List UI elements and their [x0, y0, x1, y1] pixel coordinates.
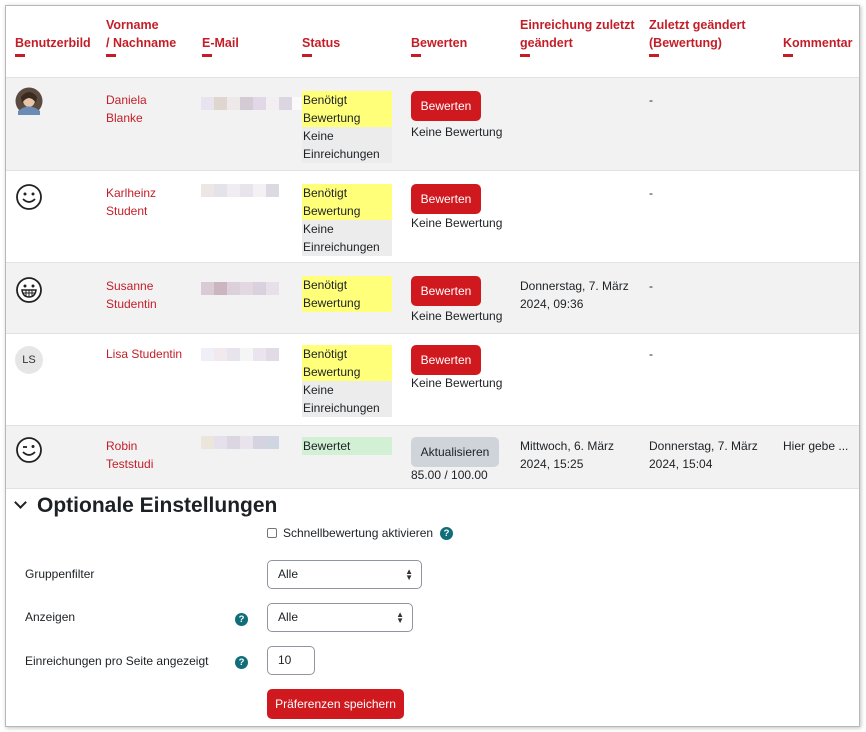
smiley-avatar-icon[interactable] — [15, 183, 43, 211]
collapse-icon[interactable] — [15, 54, 25, 57]
grade-modified: - — [649, 347, 653, 361]
header-lastname[interactable]: / Nachname — [106, 36, 176, 50]
collapse-icon[interactable] — [106, 54, 116, 57]
table-row: Susanne Studentin Benötigt Bewertung Bewer… — [6, 263, 859, 334]
status-cell: Benötigt Bewertung — [302, 276, 392, 312]
status-needs-grading: Benötigt Bewertung — [302, 184, 392, 220]
table-row: LS Lisa Studentin Benötigt Bewertung Kein… — [6, 334, 859, 426]
winking-avatar-icon[interactable] — [15, 436, 43, 464]
table-row: Karlheinz Student Benötigt Bewertung Keine… — [6, 171, 859, 263]
save-preferences-button[interactable]: Präferenzen speichern — [267, 689, 404, 719]
grade-value: Keine Bewertung — [411, 125, 503, 139]
feedback-comment[interactable]: Hier gebe ... — [783, 437, 848, 455]
status-cell: Benötigt Bewertung Keine Einreichungen — [302, 91, 392, 163]
student-name[interactable]: Karlheinz Student — [106, 184, 156, 220]
status-cell: Benötigt Bewertung Keine Einreichungen — [302, 345, 392, 417]
header-name[interactable]: Vorname / Nachname — [106, 16, 176, 57]
status-no-submission: Keine Einreichungen — [302, 127, 392, 163]
table-header: Benutzerbild Vorname / Nachname E-Mail S… — [6, 6, 859, 78]
collapse-icon[interactable] — [302, 54, 312, 57]
optional-settings-toggle[interactable]: Optionale Einstellungen — [14, 494, 277, 518]
update-grade-button[interactable]: Aktualisieren — [411, 437, 499, 467]
email-blurred — [201, 282, 279, 295]
collapse-icon[interactable] — [411, 54, 421, 57]
table-row: Robin Teststudi Bewertet Aktualisieren 85… — [6, 426, 859, 489]
table-row: Daniela Blanke Benötigt Bewertung Keine Ein… — [6, 78, 859, 171]
grade-value: 85.00 / 100.00 — [411, 468, 488, 482]
grade-value: Keine Bewertung — [411, 376, 503, 390]
header-submission-modified[interactable]: Einreichung zuletzt geändert — [520, 16, 635, 57]
help-icon[interactable]: ? — [235, 613, 248, 626]
status-cell: Benötigt Bewertung Keine Einreichungen — [302, 184, 392, 256]
student-name[interactable]: Susanne Studentin — [106, 277, 157, 313]
help-icon[interactable]: ? — [440, 527, 453, 540]
header-grade[interactable]: Bewerten — [411, 34, 467, 57]
grade-modified: - — [649, 186, 653, 200]
show-label: Anzeigen — [25, 610, 76, 624]
status-needs-grading: Benötigt Bewertung — [302, 345, 392, 381]
perpage-input[interactable]: 10 — [267, 646, 315, 675]
grading-page: Benutzerbild Vorname / Nachname E-Mail S… — [5, 5, 860, 727]
collapse-icon[interactable] — [520, 54, 530, 57]
avatar[interactable] — [15, 87, 43, 115]
collapse-icon[interactable] — [649, 54, 659, 57]
help-icon[interactable]: ? — [235, 656, 248, 669]
quickgrading-label[interactable]: Schnellbewertung aktivieren — [283, 524, 433, 542]
submission-modified: Mittwoch, 6. März 2024, 15:25 — [520, 439, 615, 471]
status-graded: Bewertet — [302, 437, 392, 455]
grade-button[interactable]: Bewerten — [411, 276, 481, 306]
groupfilter-label: Gruppenfilter — [25, 567, 95, 581]
sort-arrows-icon: ▲ ▼ — [405, 567, 413, 582]
status-needs-grading: Benötigt Bewertung — [302, 91, 392, 127]
grade-modified: Donnerstag, 7. März 2024, 15:04 — [649, 439, 758, 471]
grade-value: Keine Bewertung — [411, 309, 503, 323]
grade-modified: - — [649, 93, 653, 107]
header-email[interactable]: E-Mail — [202, 34, 239, 57]
submission-modified: Donnerstag, 7. März 2024, 09:36 — [520, 279, 629, 311]
header-grade-modified[interactable]: Zuletzt geändert (Bewertung) — [649, 16, 746, 57]
grade-button[interactable]: Bewerten — [411, 345, 481, 375]
groupfilter-select[interactable]: Alle ▲ ▼ — [267, 560, 422, 589]
grade-value: Keine Bewertung — [411, 216, 503, 230]
status-needs-grading: Benötigt Bewertung — [302, 276, 392, 312]
quickgrading-checkbox[interactable] — [267, 528, 277, 538]
status-no-submission: Keine Einreichungen — [302, 220, 392, 256]
student-name[interactable]: Robin Teststudi — [106, 437, 153, 473]
avatar-initials[interactable]: LS — [15, 346, 43, 374]
grade-button[interactable]: Bewerten — [411, 184, 481, 214]
collapse-icon[interactable] — [783, 54, 793, 57]
student-name[interactable]: Lisa Studentin — [106, 345, 182, 363]
email-blurred — [201, 184, 279, 197]
grade-button[interactable]: Bewerten — [411, 91, 481, 121]
email-blurred — [201, 97, 305, 110]
show-select[interactable]: Alle ▲ ▼ — [267, 603, 413, 632]
status-cell: Bewertet — [302, 437, 392, 455]
student-name[interactable]: Daniela Blanke — [106, 91, 147, 127]
header-status[interactable]: Status — [302, 34, 340, 57]
email-blurred — [201, 348, 279, 361]
sort-arrows-icon: ▲ ▼ — [396, 610, 404, 625]
header-firstname[interactable]: Vorname — [106, 18, 159, 32]
grade-modified: - — [649, 279, 653, 293]
grinning-avatar-icon[interactable] — [15, 276, 43, 304]
collapse-icon[interactable] — [202, 54, 212, 57]
status-no-submission: Keine Einreichungen — [302, 381, 392, 417]
chevron-down-icon[interactable] — [14, 496, 27, 509]
perpage-label: Einreichungen pro Seite angezeigt — [25, 654, 209, 668]
header-comment[interactable]: Kommentar — [783, 34, 852, 57]
header-picture[interactable]: Benutzerbild — [15, 34, 91, 57]
email-blurred — [201, 436, 279, 449]
